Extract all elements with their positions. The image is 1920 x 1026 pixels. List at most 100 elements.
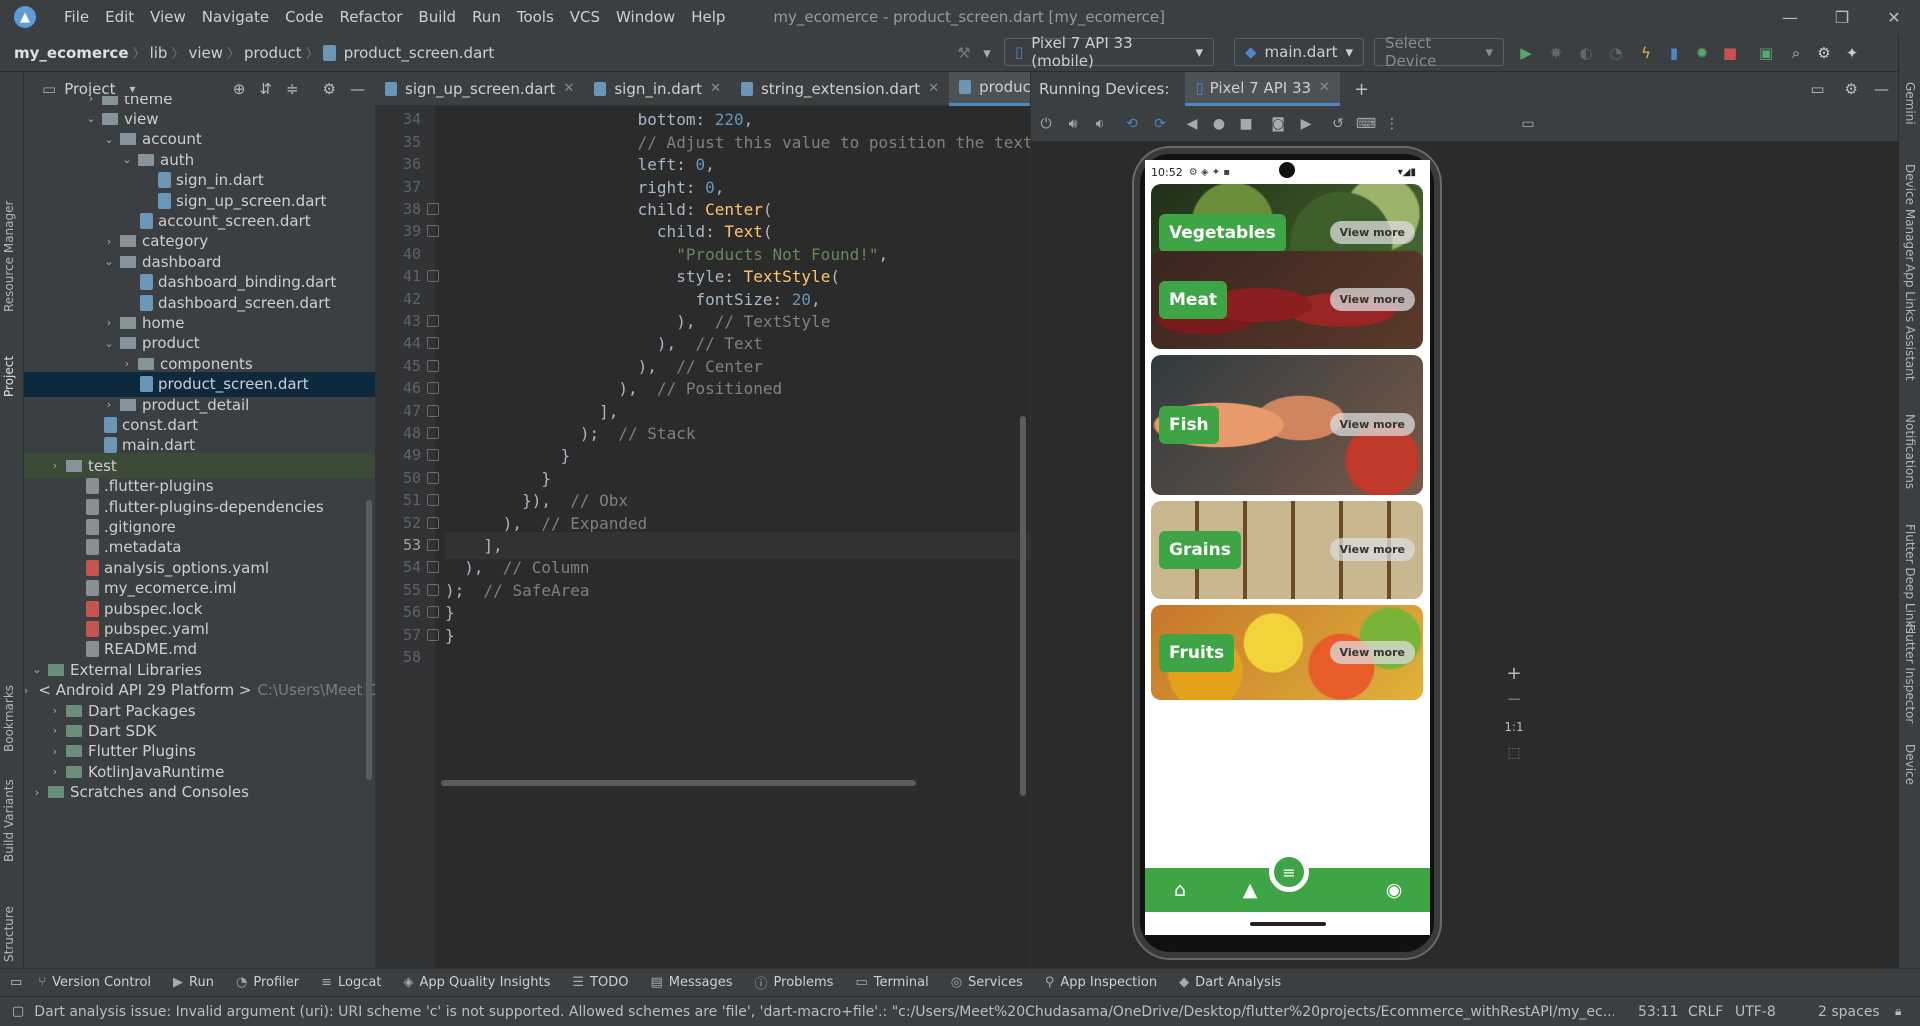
device-tab-side[interactable]: Device	[1903, 744, 1917, 785]
category-card[interactable]: Grains View more	[1151, 501, 1423, 599]
record-icon[interactable]: ▶	[1297, 115, 1315, 133]
gear-icon[interactable]: ⚙	[323, 80, 336, 98]
tool-window-app-quality-insights[interactable]: ◈ App Quality Insights	[403, 975, 550, 990]
chevron-down-icon[interactable]: ▾	[130, 82, 136, 96]
select-device-dropdown[interactable]: Select Device ▾	[1374, 34, 1504, 70]
fold-marker-icon[interactable]	[427, 404, 439, 417]
crosshair-icon[interactable]: ⊕	[233, 80, 246, 98]
tree-item[interactable]: › Scratches and Consoles	[24, 780, 375, 805]
collapsed-chevron-icon[interactable]: ›	[48, 704, 62, 717]
device-manager-icon[interactable]: ▣	[1757, 44, 1775, 62]
breadcrumb-item[interactable]: view	[184, 44, 227, 62]
fold-marker-icon[interactable]	[427, 225, 439, 238]
tool-window-services[interactable]: ◎ Services	[951, 975, 1023, 990]
collapsed-chevron-icon[interactable]: ›	[102, 235, 116, 248]
code-area[interactable]: const Positioned( bottom: 220, // Adjust…	[445, 106, 1030, 968]
back-icon[interactable]: ◀	[1183, 115, 1201, 133]
menu-view[interactable]: View	[142, 8, 194, 26]
collapsed-chevron-icon[interactable]: ›	[120, 357, 134, 370]
collapsed-chevron-icon[interactable]: ›	[30, 786, 44, 799]
minimize-icon[interactable]: —	[1764, 0, 1816, 34]
keyboard-icon[interactable]: ⌨	[1356, 115, 1376, 133]
menu-file[interactable]: File	[56, 8, 97, 26]
zoom-fit-icon[interactable]: ⬚	[1499, 738, 1529, 768]
fold-marker-icon[interactable]	[427, 583, 439, 596]
gesture-bar[interactable]	[1250, 922, 1326, 926]
rotate-right-icon[interactable]: ⟳	[1151, 115, 1169, 133]
category-card[interactable]: Meat View more	[1151, 251, 1423, 349]
dropdown-arrow-icon[interactable]: ▾	[978, 44, 996, 62]
collapsed-chevron-icon[interactable]: ›	[48, 745, 62, 758]
debug-icon[interactable]: ✸	[1547, 44, 1565, 62]
category-card[interactable]: Fish View more	[1151, 355, 1423, 495]
fold-marker-icon[interactable]	[427, 315, 439, 327]
tool-window-terminal[interactable]: ▭ Terminal	[855, 975, 928, 990]
menu-refactor[interactable]: Refactor	[331, 8, 410, 26]
fold-marker-icon[interactable]	[427, 494, 439, 507]
screen-share-icon[interactable]: ▭	[1519, 115, 1537, 133]
power-icon[interactable]: ⏻	[1037, 115, 1055, 133]
overview-icon[interactable]: ■	[1237, 115, 1255, 133]
home-nav-icon[interactable]: ⌂	[1168, 878, 1192, 902]
menu-fab-icon[interactable]: ≡	[1269, 852, 1309, 892]
code-editor[interactable]: 3334353637383940414243444546474849505152…	[375, 106, 1030, 968]
tree-scrollbar[interactable]	[366, 500, 372, 780]
fold-marker-icon[interactable]	[427, 337, 439, 350]
tool-window-version-control[interactable]: ⑂ Version Control	[38, 975, 151, 990]
maximize-icon[interactable]: ❐	[1816, 0, 1868, 34]
search-icon[interactable]: ⌕	[1787, 44, 1805, 62]
file-encoding[interactable]: UTF-8	[1735, 1004, 1776, 1020]
tool-window-problems[interactable]: ⓘ Problems	[755, 973, 834, 992]
stop-icon[interactable]: ■	[1721, 44, 1739, 62]
project-tab[interactable]: Project	[2, 356, 16, 397]
rotate-left-icon[interactable]: ⟲	[1123, 115, 1141, 133]
app-links-assistant-tab[interactable]: App Links Assistant	[1903, 264, 1917, 381]
device-tab[interactable]: ▯ Pixel 7 API 33 ✕	[1185, 72, 1340, 106]
fold-marker-icon[interactable]	[427, 471, 439, 484]
expanded-chevron-icon[interactable]: ⌄	[84, 112, 98, 125]
run-config-selector[interactable]: ◆ main.dart ▾	[1234, 38, 1364, 66]
build-variants-tab[interactable]: Build Variants	[2, 779, 16, 862]
breadcrumb-item[interactable]: product	[240, 44, 306, 62]
coverage-icon[interactable]: ◐	[1577, 44, 1595, 62]
fold-marker-icon[interactable]	[427, 270, 439, 283]
view-more-button[interactable]: View more	[1329, 221, 1415, 244]
hot-reload-icon[interactable]: ϟ	[1637, 44, 1655, 62]
fold-marker-icon[interactable]	[427, 382, 439, 395]
hide-panel-icon[interactable]: —	[350, 80, 365, 98]
device-selector[interactable]: ▯ Pixel 7 API 33 (mobile) ▾	[1004, 34, 1214, 70]
status-message[interactable]: Dart analysis issue: Invalid argument (u…	[34, 1004, 1614, 1020]
collapsed-chevron-icon[interactable]: ›	[84, 96, 98, 105]
volume-up-icon[interactable]: 🔊︎	[1064, 115, 1082, 133]
toggle-panels-icon[interactable]: ▭	[10, 975, 22, 990]
line-separator[interactable]: CRLF	[1688, 1004, 1723, 1020]
view-more-button[interactable]: View more	[1329, 288, 1415, 311]
editor-tab[interactable]: sign_up_screen.dart ✕	[375, 72, 584, 106]
gear-icon[interactable]: ⚙	[1815, 44, 1833, 62]
fold-marker-icon[interactable]	[427, 449, 439, 462]
project-panel-title[interactable]: Project	[64, 80, 115, 98]
menu-tools[interactable]: Tools	[509, 8, 562, 26]
more-options-icon[interactable]: ⋮	[1383, 115, 1401, 133]
collapsed-chevron-icon[interactable]: ›	[102, 398, 116, 411]
status-panel-icon[interactable]: ▢	[12, 1004, 24, 1019]
cursor-position[interactable]: 53:11	[1638, 1004, 1678, 1020]
expand-all-icon[interactable]: ⇵	[259, 80, 272, 98]
android-studio-logo-icon[interactable]: ▲	[14, 6, 36, 28]
view-more-button[interactable]: View more	[1329, 538, 1415, 561]
account-nav-icon[interactable]: ◉	[1382, 878, 1406, 902]
fold-marker-icon[interactable]	[427, 203, 439, 215]
notifications-tab[interactable]: Notifications	[1903, 414, 1917, 489]
hot-restart-icon[interactable]: ▮	[1665, 44, 1683, 62]
zoom-out-icon[interactable]: −	[1499, 684, 1529, 714]
menu-navigate[interactable]: Navigate	[194, 8, 277, 26]
close-tab-icon[interactable]: ✕	[563, 81, 574, 96]
collapsed-chevron-icon[interactable]: ›	[48, 765, 62, 778]
hammer-icon[interactable]: ⚒	[955, 44, 973, 62]
device-manager-tab[interactable]: Device Manager	[1903, 164, 1917, 261]
fold-marker-icon[interactable]	[427, 606, 439, 619]
attach-debugger-icon[interactable]: ✹	[1693, 44, 1711, 62]
flutter-inspector-tab[interactable]: Flutter Inspector	[1903, 624, 1917, 723]
tool-window-todo[interactable]: ☰ TODO	[572, 975, 628, 990]
reset-icon[interactable]: ↺	[1329, 115, 1347, 133]
